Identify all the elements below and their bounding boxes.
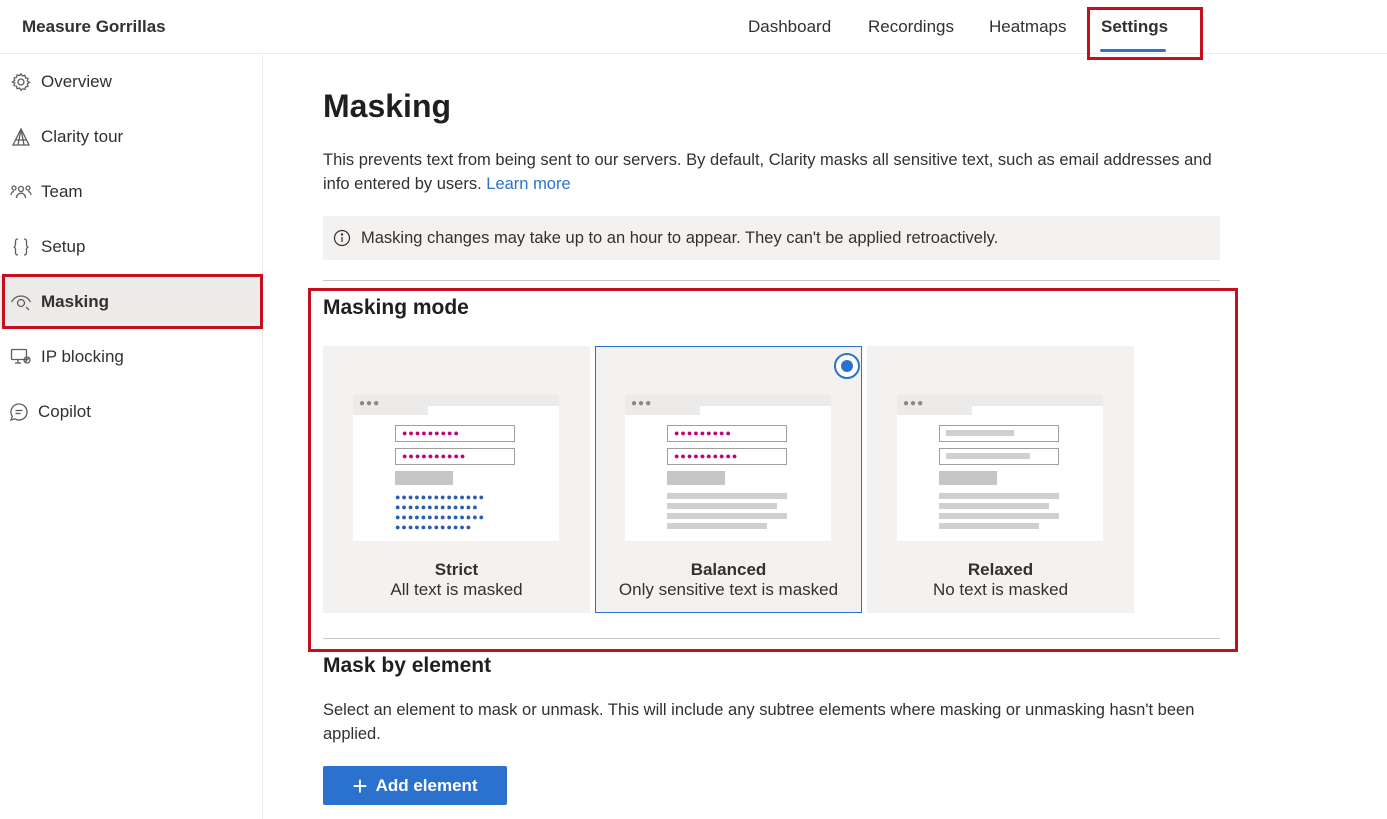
masking-item-highlight	[2, 274, 263, 329]
tour-icon	[10, 126, 32, 148]
page-title: Masking	[323, 88, 452, 124]
section-divider	[323, 280, 1220, 281]
add-element-label: Add element	[375, 775, 478, 795]
tab-dashboard[interactable]: Dashboard	[748, 17, 831, 37]
add-element-button[interactable]: + Add element	[323, 766, 507, 805]
sidebar-item-setup[interactable]: Setup	[0, 221, 262, 273]
masking-mode-highlight	[308, 288, 1238, 652]
info-message-bar: Masking changes may take up to an hour t…	[323, 216, 1220, 260]
mask-by-element-description: Select an element to mask or unmask. Thi…	[323, 701, 1195, 743]
gear-icon	[10, 71, 32, 93]
sidebar-item-label: Copilot	[38, 402, 91, 421]
sidebar-item-label: IP blocking	[41, 347, 124, 366]
sidebar-item-label: Team	[41, 182, 83, 201]
project-name[interactable]: Measure Gorrillas	[22, 17, 166, 37]
settings-tab-highlight	[1087, 7, 1203, 60]
chat-icon	[8, 401, 30, 423]
learn-more-link[interactable]: Learn more	[486, 175, 570, 193]
sidebar-item-ip-blocking[interactable]: IP blocking	[0, 331, 262, 383]
sidebar-item-label: Setup	[41, 237, 86, 256]
sidebar-item-team[interactable]: Team	[0, 166, 262, 218]
tab-heatmaps[interactable]: Heatmaps	[989, 17, 1066, 37]
sidebar: Overview Clarity tour Team Setup Masking…	[0, 55, 263, 819]
plus-icon: +	[352, 770, 368, 801]
sidebar-item-label: Clarity tour	[41, 127, 124, 146]
description-text: This prevents text from being sent to ou…	[323, 151, 1212, 193]
section-divider	[323, 638, 1220, 639]
sidebar-item-copilot[interactable]: Copilot	[0, 386, 262, 438]
info-message-text: Masking changes may take up to an hour t…	[361, 228, 999, 247]
masking-description: This prevents text from being sent to ou…	[323, 148, 1223, 196]
braces-icon	[10, 236, 32, 258]
mask-by-element-title: Mask by element	[323, 654, 492, 677]
ip-block-icon	[10, 346, 32, 368]
info-icon	[333, 229, 351, 247]
sidebar-item-label: Overview	[41, 72, 112, 91]
sidebar-item-overview[interactable]: Overview	[0, 56, 262, 108]
team-icon	[10, 181, 32, 203]
tab-recordings[interactable]: Recordings	[868, 17, 954, 37]
sidebar-item-clarity-tour[interactable]: Clarity tour	[0, 111, 262, 163]
